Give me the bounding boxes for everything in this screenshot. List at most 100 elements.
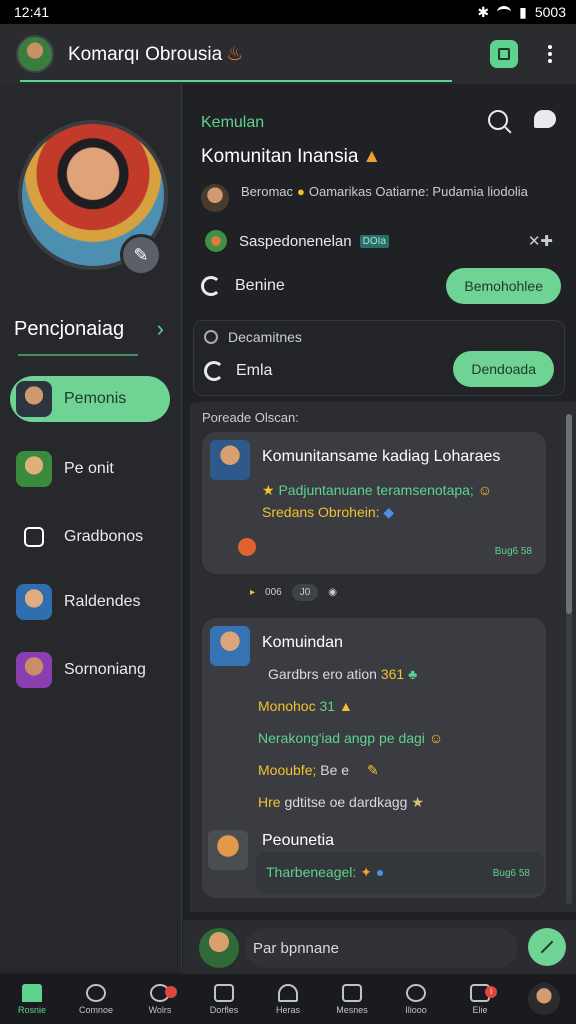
- chat-icon[interactable]: [534, 110, 556, 128]
- user-avatar[interactable]: [16, 35, 54, 73]
- item-avatar: [16, 652, 52, 688]
- nav-label: Rosnie: [17, 1004, 46, 1015]
- section-divider: [18, 354, 138, 356]
- feed-scrollbar[interactable]: [566, 414, 572, 904]
- reply-timestamp: Bug6 58: [492, 868, 530, 879]
- info-card-header: Decamitnes: [204, 329, 302, 345]
- reaction-count[interactable]: 006: [265, 587, 282, 598]
- compose-bar: Par bpnnane: [183, 920, 576, 974]
- post-line-text: Gardbrs ero ation: [268, 666, 377, 682]
- top-bar-indicator: [20, 80, 452, 82]
- community-action-row: Benine Bemohohlee: [201, 268, 561, 304]
- member-name: Beromac: [241, 184, 294, 199]
- info-card: Decamitnes Emla Dendoada: [193, 320, 565, 396]
- chevron-right-icon: ›: [156, 316, 164, 341]
- sidebar-item-sornoniang[interactable]: Sornoniang: [10, 647, 170, 693]
- status-badge: DOIa: [359, 234, 389, 248]
- status-bar: 12:41 ✱ ▮ 5003: [0, 0, 576, 24]
- member-avatar[interactable]: [201, 184, 229, 212]
- community-info-row: Beromac ● Oamarikas Oatiarne: Pudamia liod…: [201, 184, 561, 212]
- nav-label: Wolrs: [148, 1004, 172, 1015]
- sidebar-section-title[interactable]: Pencjonaiag ›: [14, 316, 164, 342]
- item-avatar: [16, 584, 52, 620]
- reaction-pill[interactable]: J0: [291, 584, 319, 601]
- reply-bubble[interactable]: Tharbeneagel: ✦ ● Bug6 58: [256, 852, 544, 894]
- download-button[interactable]: Dendoada: [453, 351, 554, 387]
- copy-icon[interactable]: [490, 40, 518, 68]
- more-options-icon[interactable]: [540, 45, 560, 63]
- feed-post[interactable]: Komunitansame kadiag Loharaes ★ Padjunta…: [202, 432, 546, 574]
- post-avatar[interactable]: [210, 440, 250, 480]
- nav-label: Elie: [472, 1004, 488, 1015]
- settings-icon: [406, 983, 426, 1002]
- top-app-bar: Komarqı Obrousia ♨: [0, 24, 576, 84]
- nav-label: Dorfles: [209, 1004, 239, 1015]
- nav-item-elie[interactable]: i Elie: [448, 983, 512, 1015]
- sidebar-item-gradbonos[interactable]: Gradbonos: [10, 514, 170, 560]
- send-button[interactable]: [528, 928, 566, 966]
- post-line-emph: 361: [380, 666, 405, 682]
- main-panel: Kemulan Komunitan Inansia ▲ Beromac ● Oamar…: [183, 84, 576, 972]
- scrollbar-thumb[interactable]: [566, 414, 572, 614]
- post-line: Hre gdtitse oe dardkagg ★: [258, 794, 424, 811]
- message-input[interactable]: Par bpnnane: [245, 928, 517, 968]
- post-line-emph: gdtitse oe dardkagg: [284, 794, 408, 810]
- app-screen: 12:41 ✱ ▮ 5003 Komarqı Obrousia ♨ ✎ Pencj…: [0, 0, 576, 1024]
- signal-icon: ▮: [519, 3, 527, 20]
- nav-label: Iliooo: [405, 1004, 427, 1015]
- feed-post[interactable]: Komuindan Gardbrs ero ation 361 ♣ Monoho…: [202, 618, 546, 898]
- tag-icon: [16, 519, 52, 555]
- post-avatar[interactable]: [210, 626, 250, 666]
- nav-label: Comnoe: [78, 1004, 114, 1015]
- sidebar-item-pemonis[interactable]: Pemonis: [10, 376, 170, 422]
- info-card-sublabel: Emla: [236, 362, 273, 379]
- search-icon[interactable]: ◉: [328, 587, 337, 598]
- status-text: Saspedonenelan: [239, 232, 352, 250]
- post-line: Gardbrs ero ation 361 ♣: [268, 666, 417, 682]
- refresh-icon: [204, 361, 224, 381]
- tools-icon[interactable]: ✕✚: [528, 232, 553, 250]
- post-line-text: Padjuntanuane teramsenotapa;: [278, 482, 474, 498]
- item-avatar: [16, 381, 52, 417]
- post-line-text: Nerakong'iad angp pe dagi: [258, 730, 425, 746]
- search-icon: [86, 983, 106, 1002]
- nav-item-home[interactable]: Rosnie: [0, 983, 64, 1015]
- reply-avatar[interactable]: [208, 830, 248, 870]
- star-icon: ★: [411, 794, 424, 810]
- status-time: 12:41: [14, 4, 50, 20]
- post-title: Komunitansame kadiag Loharaes: [262, 448, 501, 465]
- sidebar-item-raldendes[interactable]: Raldendes: [10, 579, 170, 625]
- community-title-text: Komunitan Inansia: [201, 146, 359, 167]
- community-tag[interactable]: Kemulan: [201, 114, 264, 132]
- nav-item-profiles[interactable]: Dorfles: [192, 983, 256, 1015]
- nav-item-comments[interactable]: Comnoe: [64, 983, 128, 1015]
- nav-item-walls[interactable]: Wolrs: [128, 983, 192, 1015]
- post-line: ★ Padjuntanuane teramsenotapa; ☺: [262, 482, 492, 499]
- battery-level: 5003: [534, 4, 566, 20]
- nav-item-iliooo[interactable]: Iliooo: [384, 983, 448, 1015]
- app-title-text: Komarqı Obrousia: [68, 43, 223, 65]
- app-title: Komarqı Obrousia ♨: [68, 43, 490, 66]
- wifi-icon: [497, 6, 512, 18]
- nav-item-messages[interactable]: Mesnes: [320, 983, 384, 1015]
- nav-item-heras[interactable]: Heras: [256, 983, 320, 1015]
- community-status-row: Saspedonenelan DOIa ✕✚: [205, 230, 565, 252]
- house-icon: [278, 983, 298, 1002]
- header-tools: [488, 110, 556, 130]
- post-line: Monohoc 31 ▲: [258, 698, 353, 714]
- globe-icon: ●: [375, 864, 385, 880]
- sidebar-item-peonit[interactable]: Pe onit: [10, 446, 170, 492]
- edit-icon[interactable]: ✎: [120, 234, 162, 276]
- member-text: Oamarikas Oatiarne: Pudamia liodolia: [308, 184, 528, 199]
- community-header: Kemulan Komunitan Inansia ▲ Beromac ● Oamar…: [183, 84, 576, 314]
- feed-panel: Poreade Olscan: Komunitansame kadiag Loh…: [190, 402, 576, 912]
- search-icon[interactable]: [488, 110, 508, 130]
- post-line: Mooubfe; Be e ✎: [258, 762, 379, 779]
- leaf-icon: ✦: [360, 864, 372, 880]
- compose-avatar[interactable]: [199, 928, 239, 968]
- info-card-row: Emla: [204, 361, 272, 381]
- nav-item-account[interactable]: [512, 983, 576, 1015]
- post-line-emph: Be e: [320, 762, 350, 778]
- account-avatar: [528, 983, 560, 1015]
- join-button[interactable]: Bemohohlee: [446, 268, 561, 304]
